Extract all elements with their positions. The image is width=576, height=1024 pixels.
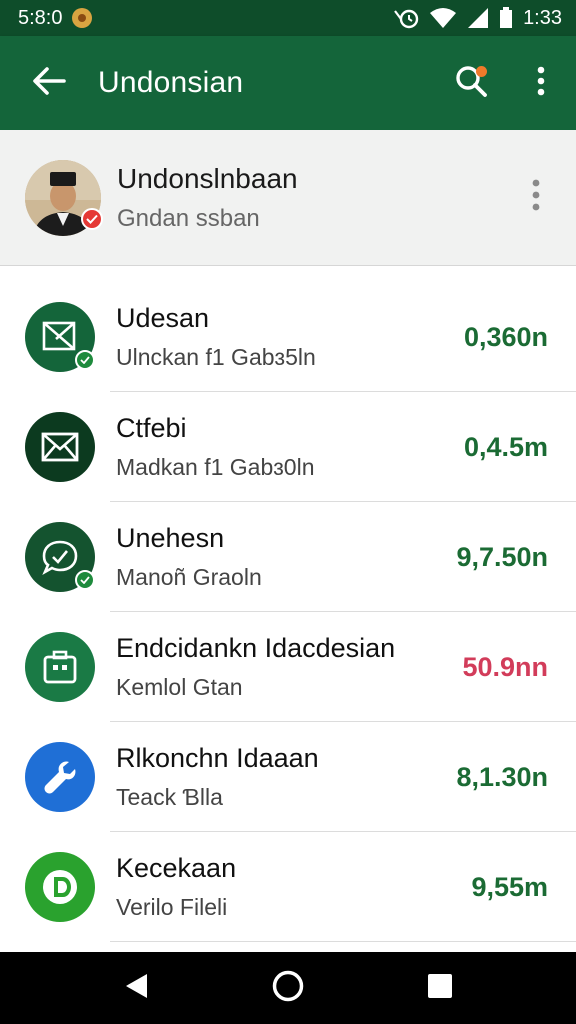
list-item-subtitle: Ulnckan f1 Gabɜ5ln [116,344,316,370]
profile-text: Undonslnbaan Gndan ssban [117,163,496,233]
list-item-amount: 0,360n [463,321,548,352]
list-item-amount: 0,4.5m [463,431,548,462]
list-item-amount: 9,55m [471,871,548,902]
list-item-text: Endcidankn Idacdesian Kemlol Gtan [116,633,462,701]
list-item-text: Ctfebi Madkan f1 Gabɜ0ln [116,413,464,481]
status-right: 1:33 [393,7,562,30]
list-item-title: Udesan [116,303,210,333]
list-item[interactable]: Endcidankn Idacdesian Kemlol Gtan 50.9nn [0,612,576,722]
back-button[interactable] [0,36,98,130]
check-badge-icon [75,350,95,370]
list-item[interactable]: Ctfebi Madkan f1 Gabɜ0ln 0,4.5m [0,392,576,502]
wifi-icon [429,7,457,29]
recents-nav-icon [427,973,453,1004]
list-item-text: Kecekaan Verilo Fileli [116,853,471,921]
list-item-title: Unehesn [116,523,225,553]
list-item-amount: 9,7.50n [456,541,548,572]
list-item-subtitle: Teack Ɓlla [116,784,223,810]
list-item-text: Unehesn Manoñ Graoln [116,523,456,591]
list-item-amount: 8,1.30n [456,761,548,792]
back-nav-icon [123,972,149,1005]
briefcase-icon [25,632,95,702]
list-item-text: Udesan Ulnckan f1 Gabɜ5ln [116,303,464,371]
back-arrow-icon [32,66,66,101]
more-vert-icon [532,179,540,216]
item-list: Udesan Ulnckan f1 Gabɜ5ln 0,360n Ctfebi … [0,282,576,942]
wrench-icon [25,742,95,812]
app-bar: Undonsian [0,36,576,130]
list-item-title: Ctfebi [116,413,187,443]
list-item-title: Kecekaan [116,853,237,883]
list-item-amount: 50.9nn [462,651,548,682]
profile-subtitle: Gndan ssban [117,204,260,232]
chat-check-icon [25,522,95,592]
list-item-text: Rlkonchn Idaaan Teack Ɓlla [116,743,456,811]
home-nav-icon [271,969,305,1008]
avatar-badge-icon [81,207,103,230]
list-item-title: Endcidankn Idacdesian [116,633,396,663]
search-badge [476,66,487,77]
status-left: 5:8:0 [18,6,93,30]
play-d-icon [25,852,95,922]
battery-icon [499,7,513,29]
list-item-title: Rlkonchn Idaaan [116,743,319,773]
list-item-subtitle: Manoñ Graoln [116,564,262,590]
list-item[interactable]: Rlkonchn Idaaan Teack Ɓlla 8,1.30n [0,722,576,832]
profile-name: Undonslnbaan [117,162,298,194]
avatar-wrap [25,159,103,236]
list-item-subtitle: Verilo Fileli [116,894,228,920]
nav-home-button[interactable] [258,958,318,1018]
nav-back-button[interactable] [106,958,166,1018]
list-item[interactable]: Unehesn Manoñ Graoln 9,7.50n [0,502,576,612]
list-item[interactable]: Udesan Ulnckan f1 Gabɜ5ln 0,360n [0,282,576,392]
more-vert-icon [537,66,545,101]
signal-icon [467,7,489,29]
check-badge-icon [75,570,95,590]
status-time-left: 5:8:0 [18,6,63,29]
mail-icon [25,412,95,482]
profile-more-button[interactable] [496,158,576,238]
more-options-button[interactable] [506,36,576,130]
notification-icon [72,8,93,28]
status-time-right: 1:33 [523,6,562,29]
profile-header[interactable]: Undonslnbaan Gndan ssban [0,130,576,266]
envelope-check-icon [25,302,95,372]
list-item-subtitle: Madkan f1 Gabɜ0ln [116,454,315,480]
system-nav-bar [0,952,576,1024]
app-title: Undonsian [98,66,244,99]
status-bar: 5:8:0 1:33 [0,0,576,36]
list-item[interactable]: Kecekaan Verilo Fileli 9,55m [0,832,576,942]
list-item-subtitle: Kemlol Gtan [116,674,243,700]
alarm-icon [393,7,419,29]
nav-recents-button[interactable] [410,958,470,1018]
search-button[interactable] [436,36,506,130]
